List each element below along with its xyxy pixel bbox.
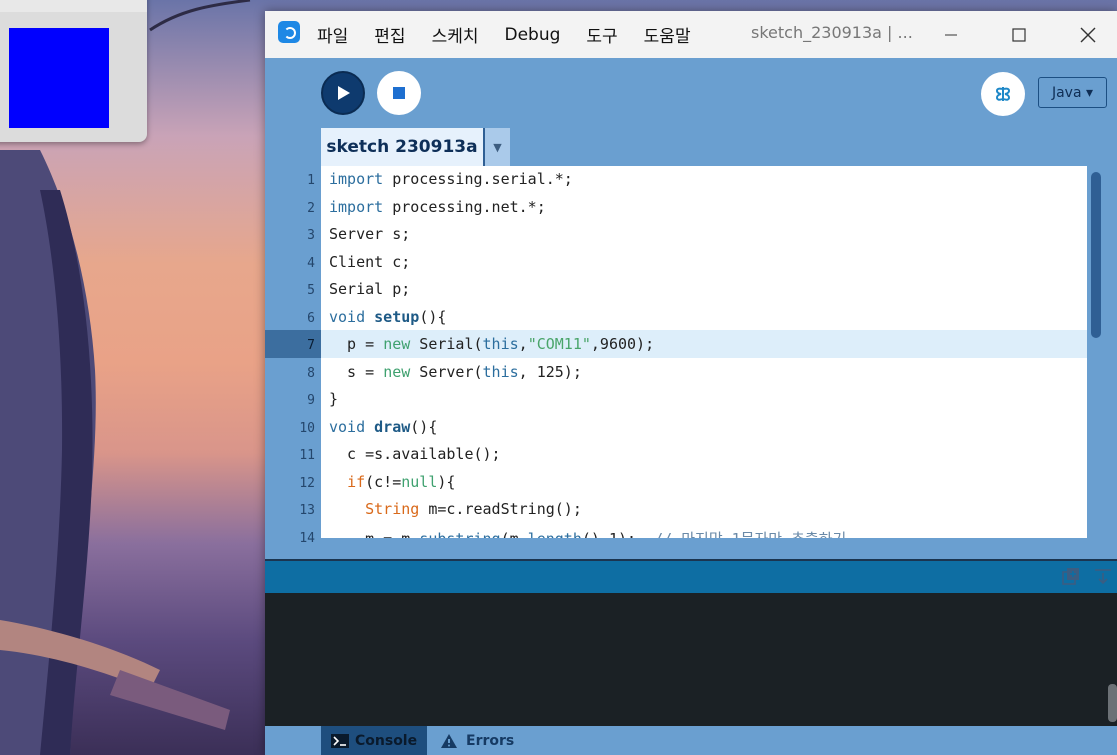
console-scrollbar-thumb[interactable] (1108, 684, 1117, 722)
code-line-12: if(c!=null){ (347, 473, 456, 491)
console-icon (331, 733, 349, 748)
line-number: 12 (299, 476, 315, 491)
sketch-blue-square (9, 28, 109, 128)
sketch-window-titlebar[interactable] (0, 0, 147, 12)
code-line-2: import processing.net.*; (329, 198, 546, 216)
menu-file[interactable]: 파일 (317, 22, 348, 47)
code-line-14: m = m.substring(m.length()-1); // 마지막 1문… (329, 528, 846, 538)
line-number: 5 (307, 283, 315, 298)
sketch-tab-bar: sketch 230913a ▼ (321, 128, 510, 166)
menu-tools[interactable]: 도구 (586, 22, 617, 47)
line-number: 1 (307, 173, 315, 188)
code-line-7: p = new Serial(this,"COM11",9600); (329, 335, 655, 353)
code-line-11: c =s.available(); (329, 445, 501, 463)
line-number-current: 7 (307, 338, 315, 353)
editor-scroll-thumb[interactable] (1091, 172, 1101, 338)
tab-errors[interactable]: Errors (440, 726, 550, 755)
code-line-10: void draw(){ (329, 418, 438, 436)
debugger-button[interactable] (981, 72, 1025, 116)
code-line-6: void setup(){ (329, 308, 447, 326)
code-line-1: import processing.serial.*; (329, 170, 573, 188)
mode-selector[interactable]: Java ▾ (1038, 77, 1107, 108)
code-line-13: String m=c.readString(); (365, 500, 582, 518)
tab-menu-button[interactable]: ▼ (485, 128, 510, 166)
code-line-5: Serial p; (329, 280, 411, 298)
stop-icon (393, 87, 405, 99)
maximize-button[interactable] (996, 11, 1042, 58)
code-line-3: Server s; (329, 225, 411, 243)
console-output[interactable] (265, 593, 1117, 726)
console-header-bar (265, 559, 1117, 593)
processing-ide-window: 파일 편집 스케치 Debug 도구 도움말 sketch_230913a | … (265, 11, 1117, 755)
line-number: 6 (307, 311, 315, 326)
toolbar: Java ▾ (265, 58, 1117, 128)
code-editor: import processing.serial.*; import proce… (265, 166, 1117, 546)
menu-debug[interactable]: Debug (504, 25, 560, 45)
minimize-icon (945, 34, 957, 35)
run-button[interactable] (321, 71, 365, 115)
wallpaper-branch (149, 0, 251, 32)
sketch-output-window[interactable] (0, 0, 147, 142)
close-button[interactable] (1065, 11, 1111, 58)
title-bar[interactable]: 파일 편집 스케치 Debug 도구 도움말 sketch_230913a | … (265, 11, 1117, 58)
tab-sketch-230913a[interactable]: sketch 230913a (321, 128, 485, 166)
butterfly-debug-icon (996, 87, 1010, 101)
code-line-9: } (329, 390, 339, 408)
minimize-button[interactable] (928, 11, 974, 58)
menu-help[interactable]: 도움말 (644, 22, 691, 47)
play-icon (338, 86, 350, 100)
line-number: 8 (307, 366, 315, 381)
menu-edit[interactable]: 편집 (374, 22, 405, 47)
code-text-area[interactable]: import processing.serial.*; import proce… (321, 166, 1087, 538)
tab-console[interactable]: Console (321, 726, 427, 755)
tab-errors-label: Errors (466, 732, 515, 749)
menu-sketch[interactable]: 스케치 (432, 22, 479, 47)
menu-bar: 파일 편집 스케치 Debug 도구 도움말 (317, 11, 717, 58)
warning-icon (441, 733, 457, 748)
code-line-4: Client c; (329, 253, 411, 271)
line-number: 14 (299, 531, 315, 546)
processing-app-icon (278, 21, 300, 43)
line-number: 2 (307, 201, 315, 216)
maximize-icon (1012, 27, 1026, 42)
line-number: 11 (299, 448, 315, 463)
line-number: 9 (307, 393, 315, 408)
copy-console-icon[interactable] (1061, 567, 1081, 591)
window-title: sketch_230913a | ... (751, 23, 913, 42)
line-number: 13 (299, 503, 315, 518)
line-number: 10 (299, 421, 315, 436)
tab-console-label: Console (355, 732, 418, 749)
clear-console-icon[interactable] (1093, 567, 1113, 591)
code-line-8: s = new Server(this, 125); (329, 363, 582, 381)
divider (265, 559, 1117, 561)
line-number: 3 (307, 228, 315, 243)
close-icon (1080, 27, 1096, 42)
stop-button[interactable] (377, 71, 421, 115)
bottom-tab-bar: Console Errors (265, 726, 1117, 755)
line-number: 4 (307, 256, 315, 271)
wallpaper-tree-illustration (0, 150, 230, 755)
